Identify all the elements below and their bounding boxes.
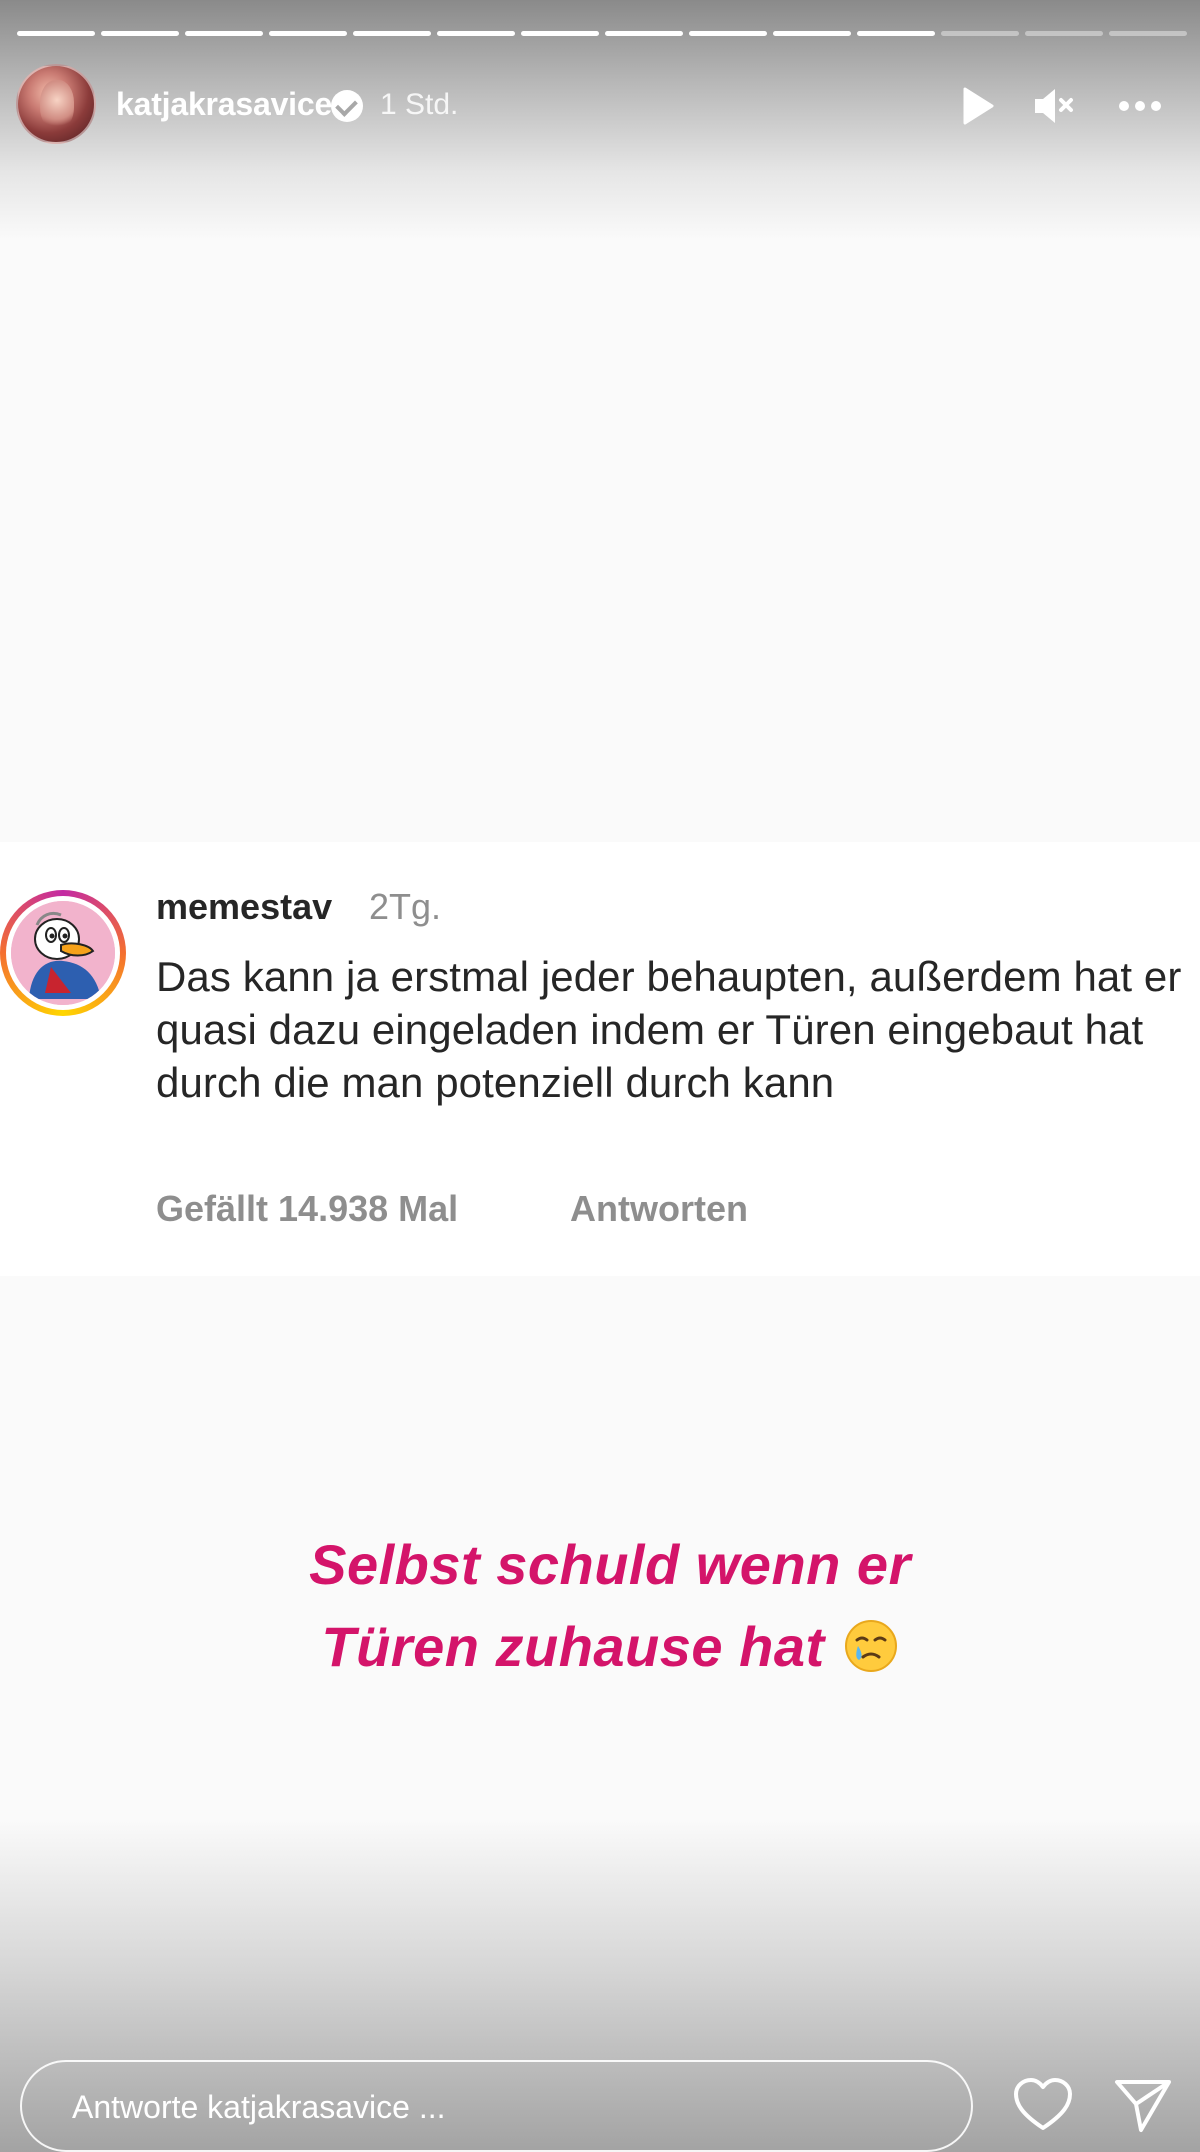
play-icon[interactable]: [948, 78, 1004, 134]
caption-line-2-text: Türen zuhause hat: [321, 1615, 825, 1678]
story-header: katjakrasavice 1 Std.: [0, 60, 1200, 156]
more-dots-icon[interactable]: [1112, 78, 1168, 134]
caption-line-1: Selbst schuld wenn er: [309, 1533, 911, 1596]
progress-segment: [521, 31, 599, 36]
author-avatar[interactable]: [16, 64, 96, 144]
progress-segment: [101, 31, 179, 36]
progress-segment: [857, 31, 935, 36]
verified-badge-icon: [331, 90, 363, 122]
reply-placeholder: Antworte katjakrasavice ...: [72, 2089, 446, 2125]
heart-icon[interactable]: [1012, 2076, 1074, 2134]
progress-segment: [1025, 31, 1103, 36]
progress-segment: [437, 31, 515, 36]
comment-text: Das kann ja erstmal jeder behaupten, auß…: [156, 953, 1182, 1106]
commenter-avatar-ring[interactable]: [0, 890, 126, 1016]
progress-segment: [185, 31, 263, 36]
story-caption: Selbst schuld wenn er Türen zuhause hat: [0, 1524, 1200, 1688]
commenter-avatar-frame: [6, 896, 120, 1010]
story-viewer[interactable]: katjakrasavice 1 Std. memestav 2Tg. Das …: [0, 0, 1200, 2152]
comment-reply-link[interactable]: Antworten: [570, 1188, 748, 1230]
reply-input[interactable]: Antworte katjakrasavice ...: [20, 2060, 973, 2152]
progress-segment: [269, 31, 347, 36]
progress-segment: [605, 31, 683, 36]
progress-segment: [689, 31, 767, 36]
caption-line-2: Türen zuhause hat: [0, 1606, 1200, 1688]
author-username[interactable]: katjakrasavice: [116, 86, 332, 123]
commenter-avatar: [11, 901, 115, 1005]
story-progress-bar: [17, 31, 1187, 36]
progress-segment: [941, 31, 1019, 36]
comment-timestamp: 2Tg.: [369, 886, 442, 927]
progress-segment: [353, 31, 431, 36]
speaker-muted-icon[interactable]: [1025, 78, 1081, 134]
face-holding-back-tears-emoji-icon: [843, 1614, 899, 1672]
commenter-username[interactable]: memestav: [156, 886, 332, 928]
comment-likes[interactable]: Gefällt 14.938 Mal: [156, 1188, 458, 1230]
story-timestamp: 1 Std.: [380, 88, 459, 121]
progress-segment: [17, 31, 95, 36]
send-icon[interactable]: [1112, 2076, 1174, 2134]
quoted-comment: memestav 2Tg. Das kann ja erstmal jeder …: [0, 842, 1200, 1276]
progress-segment: [1109, 31, 1187, 36]
progress-segment: [773, 31, 851, 36]
